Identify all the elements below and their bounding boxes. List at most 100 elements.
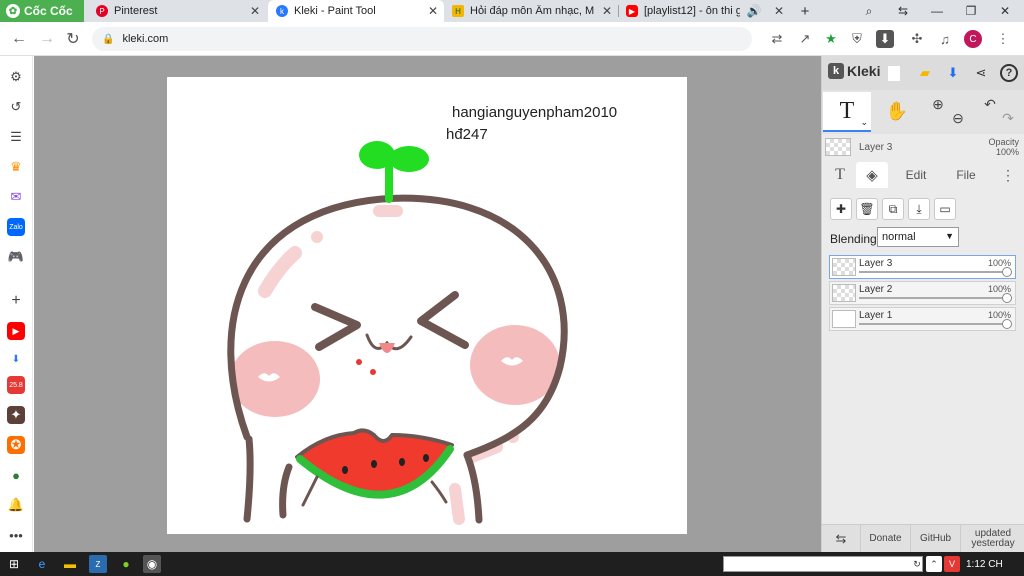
tab-hoidap[interactable]: H Hỏi đáp môn Âm nhạc, Mỹ t ✕ bbox=[444, 0, 618, 22]
gamepad-icon[interactable]: 🎮 bbox=[7, 248, 25, 266]
download-small-icon[interactable]: ⬇ bbox=[7, 350, 25, 368]
layer-thumbnail bbox=[832, 310, 856, 328]
shield-icon[interactable]: ⛨ bbox=[848, 30, 866, 48]
translate-icon[interactable]: ⇄ bbox=[768, 30, 786, 48]
reading-list-icon[interactable]: ☰ bbox=[7, 128, 25, 146]
changelog-link[interactable]: updated yesterday bbox=[960, 525, 1024, 553]
close-icon[interactable]: ✕ bbox=[426, 4, 440, 18]
tab-layers-icon[interactable]: ◈ bbox=[856, 162, 888, 188]
chevron-down-icon[interactable]: ⌄ bbox=[860, 117, 868, 128]
hoidap-icon: H bbox=[452, 5, 464, 17]
donate-link[interactable]: Donate bbox=[860, 525, 910, 553]
zoom-in-icon[interactable]: ⊕ bbox=[928, 94, 948, 114]
add-sidebar-item-icon[interactable]: + bbox=[7, 292, 25, 310]
merge-down-icon[interactable]: ⤓ bbox=[908, 198, 930, 220]
forward-icon[interactable]: → bbox=[36, 28, 58, 50]
tab-search-icon[interactable]: ⌕ bbox=[854, 0, 884, 22]
slider-handle[interactable] bbox=[1002, 267, 1012, 277]
anime-app-icon[interactable]: ✦ bbox=[7, 406, 25, 424]
coccoc-menu-button[interactable]: ✿ Cốc Cốc bbox=[0, 0, 84, 22]
open-folder-icon[interactable]: ▰ bbox=[916, 64, 934, 82]
chat-icon[interactable]: ● bbox=[7, 466, 25, 484]
tab-tool-settings-icon[interactable]: T bbox=[826, 162, 854, 188]
address-bar[interactable]: 🔒 kleki.com bbox=[92, 27, 752, 51]
tab-file[interactable]: File bbox=[942, 162, 990, 188]
vietkey-icon[interactable]: V bbox=[944, 556, 960, 572]
share-icon[interactable]: ⋖ bbox=[972, 64, 990, 82]
help-icon[interactable]: ? bbox=[1000, 64, 1018, 82]
coccoc-taskbar-icon[interactable]: ● bbox=[117, 555, 135, 573]
youtube-icon[interactable]: ▶ bbox=[7, 322, 25, 340]
close-window-button[interactable]: ✕ bbox=[990, 0, 1020, 22]
taskbar-clock: 1:12 CH bbox=[966, 558, 1003, 570]
text-tool-button[interactable]: T ⌄ bbox=[823, 92, 871, 132]
slider-handle[interactable] bbox=[1002, 293, 1012, 303]
edge-icon[interactable]: e bbox=[33, 555, 51, 573]
zalo-icon[interactable]: Zalo bbox=[7, 218, 25, 236]
bookmark-star-icon[interactable]: ★ bbox=[822, 30, 840, 48]
tab-youtube-playlist[interactable]: ▶ [playlist12] - ôn thi giữa 🔊 ✕ bbox=[618, 0, 790, 22]
share-icon[interactable]: ↗ bbox=[796, 30, 814, 48]
layer-item-1[interactable]: Layer 1 100% bbox=[829, 307, 1016, 331]
maximize-button[interactable]: ❐ bbox=[956, 0, 986, 22]
history-icon[interactable]: ↺ bbox=[7, 98, 25, 116]
layer-item-2[interactable]: Layer 2 100% bbox=[829, 281, 1016, 305]
canvas-text-class: hđ247 bbox=[446, 126, 488, 143]
undo-icon[interactable]: ↶ bbox=[980, 94, 1000, 114]
tab-edit[interactable]: Edit bbox=[892, 162, 940, 188]
menu-kebab-icon[interactable]: ⋮ bbox=[994, 30, 1012, 48]
tab-title: Hỏi đáp môn Âm nhạc, Mỹ t bbox=[470, 5, 594, 17]
add-layer-icon[interactable]: ✚ bbox=[830, 198, 852, 220]
youtube-icon: ▶ bbox=[626, 5, 638, 17]
delete-layer-icon[interactable]: 🗑 bbox=[856, 198, 878, 220]
reload-icon[interactable]: ↻ bbox=[62, 28, 84, 50]
zalo-taskbar-icon[interactable]: Z bbox=[89, 555, 107, 573]
shopping-icon[interactable]: ✪ bbox=[7, 436, 25, 454]
speaker-icon[interactable]: 🔊 bbox=[746, 4, 762, 18]
taskbar-search-box[interactable] bbox=[723, 556, 923, 572]
layer-item-3[interactable]: Layer 3 100% bbox=[829, 255, 1016, 279]
close-icon[interactable]: ✕ bbox=[600, 4, 614, 18]
close-icon[interactable]: ✕ bbox=[248, 4, 262, 18]
more-dots-icon[interactable]: ••• bbox=[7, 526, 25, 544]
slider-handle[interactable] bbox=[1002, 319, 1012, 329]
back-icon[interactable]: ← bbox=[8, 28, 30, 50]
duplicate-layer-icon[interactable]: ⧉ bbox=[882, 198, 904, 220]
zoom-out-icon[interactable]: ⊖ bbox=[948, 108, 968, 128]
media-control-icon[interactable]: ♫ bbox=[936, 30, 954, 48]
settings-gear-icon[interactable]: ⚙ bbox=[7, 68, 25, 86]
close-icon[interactable]: ✕ bbox=[772, 4, 786, 18]
kleki-logo[interactable]: k Kleki bbox=[828, 63, 880, 79]
refresh-small-icon[interactable]: ↻ bbox=[910, 556, 924, 572]
tab-kleki[interactable]: k Kleki - Paint Tool ✕ bbox=[268, 0, 444, 22]
new-image-icon[interactable] bbox=[888, 66, 900, 81]
restore-tabs-icon[interactable]: ⇆ bbox=[888, 0, 918, 22]
messenger-icon[interactable]: ✉ bbox=[7, 188, 25, 206]
save-download-icon[interactable]: ⬇ bbox=[944, 64, 962, 82]
tab-pinterest[interactable]: P Pinterest ✕ bbox=[88, 0, 266, 22]
redo-icon[interactable]: ↷ bbox=[998, 108, 1018, 128]
chevron-up-icon[interactable]: ⌃ bbox=[926, 556, 942, 572]
coccoc-active-taskbar-icon[interactable]: ◉ bbox=[143, 555, 161, 573]
swap-sides-icon[interactable]: ⇆ bbox=[822, 525, 860, 553]
profile-avatar[interactable]: C bbox=[964, 30, 982, 48]
extensions-icon[interactable]: ✣ bbox=[908, 30, 926, 48]
notification-bell-icon[interactable]: 🔔 bbox=[7, 496, 25, 514]
app-badge-icon[interactable]: 25.8 bbox=[7, 376, 25, 394]
blending-mode-select[interactable]: normal ▼ bbox=[877, 227, 959, 247]
tool-row: T ⌄ ✋ ⊕ ⊖ ↶ ↷ bbox=[822, 90, 1024, 134]
layer-opacity-slider[interactable] bbox=[859, 297, 1003, 299]
drawing-canvas[interactable]: hangianguyenpham2010 hđ247 bbox=[167, 77, 687, 534]
layer-opacity-slider[interactable] bbox=[859, 323, 1003, 325]
new-tab-button[interactable]: + bbox=[790, 0, 820, 22]
download-icon[interactable]: ⬇ bbox=[876, 30, 894, 48]
layer-opacity-slider[interactable] bbox=[859, 271, 1003, 273]
rename-layer-icon[interactable]: ▭ bbox=[934, 198, 956, 220]
windows-start-icon[interactable]: ⊞ bbox=[5, 555, 23, 573]
more-dots-icon[interactable]: ⋮ bbox=[998, 162, 1018, 188]
github-link[interactable]: GitHub bbox=[910, 525, 960, 553]
minimize-button[interactable]: — bbox=[922, 0, 952, 22]
hand-tool-icon[interactable]: ✋ bbox=[884, 98, 910, 124]
file-explorer-icon[interactable]: ▬ bbox=[61, 555, 79, 573]
crown-icon[interactable]: ♛ bbox=[7, 158, 25, 176]
